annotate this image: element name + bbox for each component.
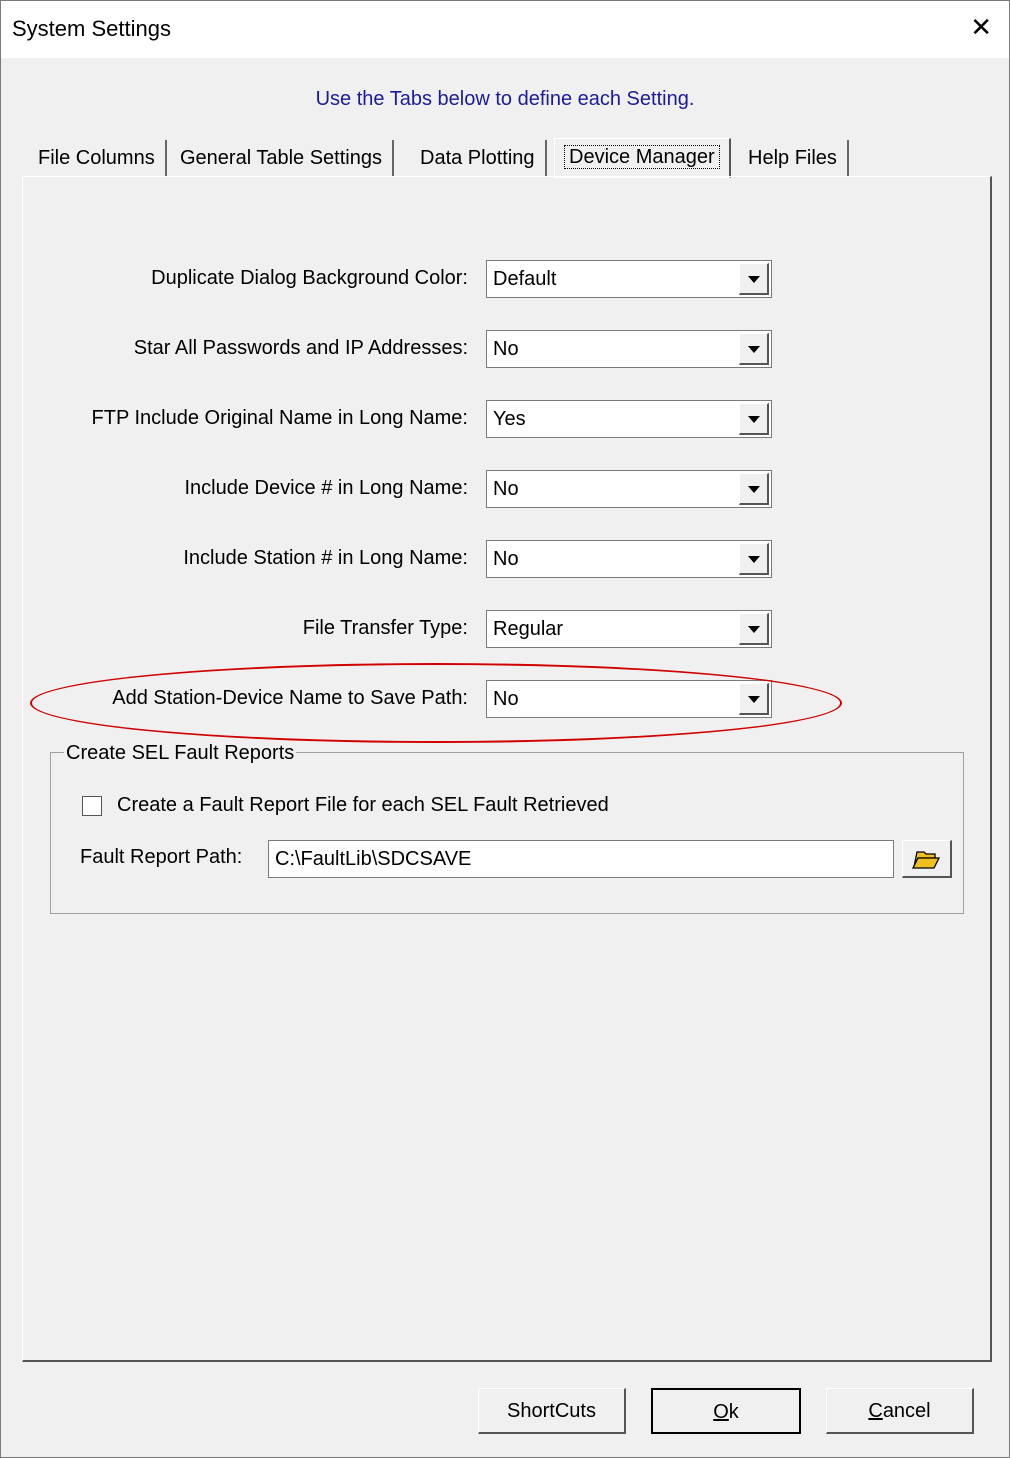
ok-button[interactable]: Ok <box>651 1388 801 1434</box>
setting-label-include-device: Include Device # in Long Name: <box>184 477 469 499</box>
browse-folder-button[interactable] <box>902 840 952 878</box>
setting-label-add-station-device-name: Add Station-Device Name to Save Path: <box>112 687 468 709</box>
select-value: Regular <box>493 618 564 640</box>
chevron-down-icon[interactable] <box>739 333 769 365</box>
window-title: System Settings <box>12 16 171 41</box>
create-fault-report-checkbox[interactable] <box>82 796 102 816</box>
fault-reports-group <box>50 752 964 914</box>
tab-label: General Table Settings <box>180 147 382 169</box>
shortcuts-button[interactable]: ShortCuts <box>478 1388 626 1434</box>
tab-device-manager[interactable]: Device Manager <box>554 138 731 178</box>
cancel-label: ancel <box>882 1400 931 1422</box>
ok-label: k <box>728 1401 739 1423</box>
cancel-mnemonic: C <box>868 1400 883 1422</box>
select-value: Yes <box>493 408 526 430</box>
add-station-device-name-select[interactable]: No <box>486 680 772 718</box>
star-passwords-select[interactable]: No <box>486 330 772 368</box>
fault-report-path-label: Fault Report Path: <box>80 846 243 868</box>
select-value: No <box>493 478 519 500</box>
tab-label: Data Plotting <box>420 147 535 169</box>
select-value: Default <box>493 268 557 290</box>
background-color-select[interactable]: Default <box>486 260 772 298</box>
setting-label-ftp-original-name: FTP Include Original Name in Long Name: <box>91 407 468 429</box>
select-value: No <box>493 548 519 570</box>
file-transfer-type-select[interactable]: Regular <box>486 610 772 648</box>
setting-label-file-transfer-type: File Transfer Type: <box>302 617 468 639</box>
chevron-down-icon[interactable] <box>739 403 769 435</box>
folder-open-icon <box>911 851 941 869</box>
group-title: Create SEL Fault Reports <box>64 742 297 765</box>
checkbox-label[interactable]: Create a Fault Report File for each SEL … <box>117 794 609 817</box>
setting-label-background-color: Duplicate Dialog Background Color: <box>151 267 468 289</box>
close-icon[interactable]: ✕ <box>970 12 992 43</box>
tab-file-columns[interactable]: File Columns <box>28 140 167 176</box>
include-device-select[interactable]: No <box>486 470 772 508</box>
input-value: C:\FaultLib\SDCSAVE <box>275 848 472 870</box>
select-value: No <box>493 688 519 710</box>
cancel-button[interactable]: Cancel <box>826 1388 974 1434</box>
tab-label: Help Files <box>748 147 837 169</box>
tab-label: File Columns <box>38 147 155 169</box>
chevron-down-icon[interactable] <box>739 543 769 575</box>
select-value: No <box>493 338 519 360</box>
setting-label-star-passwords: Star All Passwords and IP Addresses: <box>133 337 468 359</box>
include-station-select[interactable]: No <box>486 540 772 578</box>
title-bar: System Settings ✕ <box>0 0 1010 58</box>
ok-mnemonic: O <box>713 1401 729 1423</box>
chevron-down-icon[interactable] <box>739 473 769 505</box>
tab-data-plotting[interactable]: Data Plotting <box>410 140 547 176</box>
chevron-down-icon[interactable] <box>739 613 769 645</box>
setting-label-include-station: Include Station # in Long Name: <box>183 547 468 569</box>
fault-report-path-input[interactable]: C:\FaultLib\SDCSAVE <box>268 840 894 878</box>
tab-label: Device Manager <box>564 145 720 169</box>
tab-help-files[interactable]: Help Files <box>738 140 849 176</box>
ftp-original-name-select[interactable]: Yes <box>486 400 772 438</box>
tab-general-table-settings[interactable]: General Table Settings <box>170 140 394 176</box>
instructions-text: Use the Tabs below to define each Settin… <box>315 88 695 110</box>
chevron-down-icon[interactable] <box>739 683 769 715</box>
chevron-down-icon[interactable] <box>739 263 769 295</box>
